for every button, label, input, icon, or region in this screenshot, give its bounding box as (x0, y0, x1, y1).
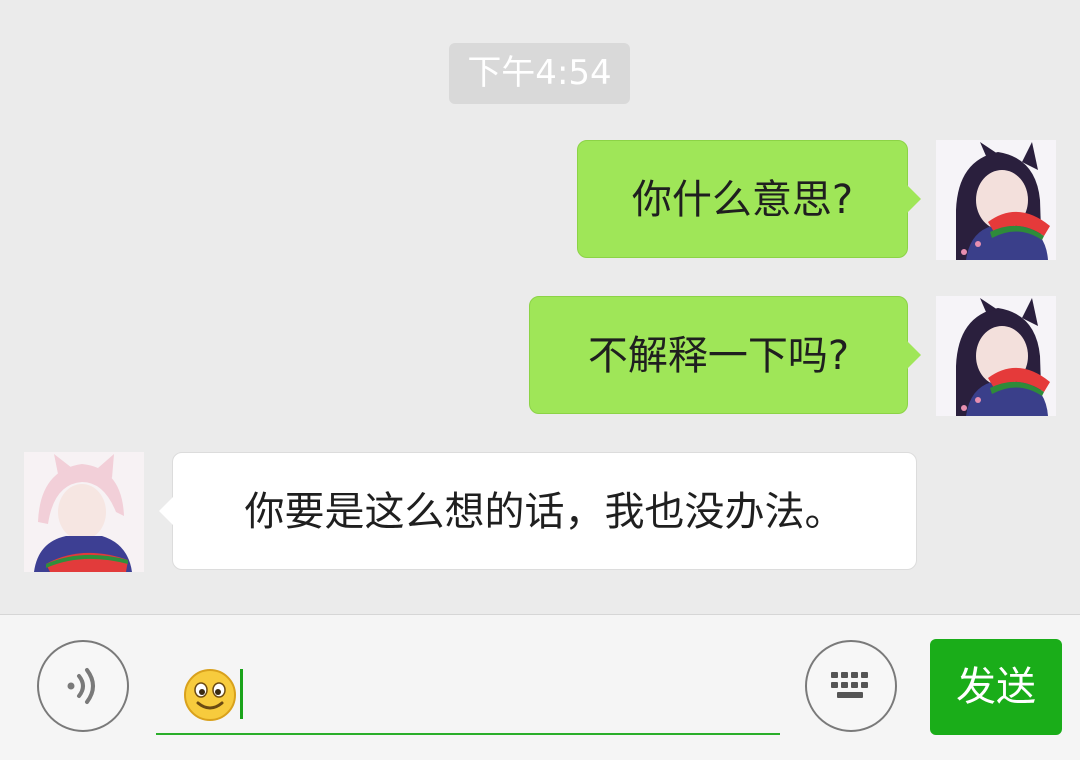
outgoing-message-bubble[interactable]: 不解释一下吗? (529, 296, 921, 414)
smiley-emoji-icon (184, 669, 236, 721)
boy-avatar-icon (24, 452, 144, 572)
my-avatar[interactable] (936, 296, 1056, 416)
keyboard-icon (831, 672, 868, 698)
message-input[interactable] (156, 647, 780, 735)
input-bar: 发送 (0, 614, 1080, 760)
keyboard-button[interactable] (805, 640, 897, 732)
girl-avatar-icon (936, 296, 1056, 416)
outgoing-message-bubble[interactable]: 你什么意思? (577, 140, 921, 258)
send-button[interactable]: 发送 (930, 639, 1062, 735)
voice-icon (67, 668, 95, 704)
incoming-message-bubble[interactable]: 你要是这么想的话，我也没办法。 (159, 452, 917, 570)
timestamp: 下午4:54 (449, 43, 630, 104)
voice-button[interactable] (37, 640, 129, 732)
chat-area: 下午4:54 你什么意思? 不解释一下吗? 你要是这么想的话，我也没办法。 (0, 0, 1080, 614)
contact-avatar[interactable] (24, 452, 144, 572)
text-cursor (240, 669, 243, 719)
girl-avatar-icon (936, 140, 1056, 260)
my-avatar[interactable] (936, 140, 1056, 260)
